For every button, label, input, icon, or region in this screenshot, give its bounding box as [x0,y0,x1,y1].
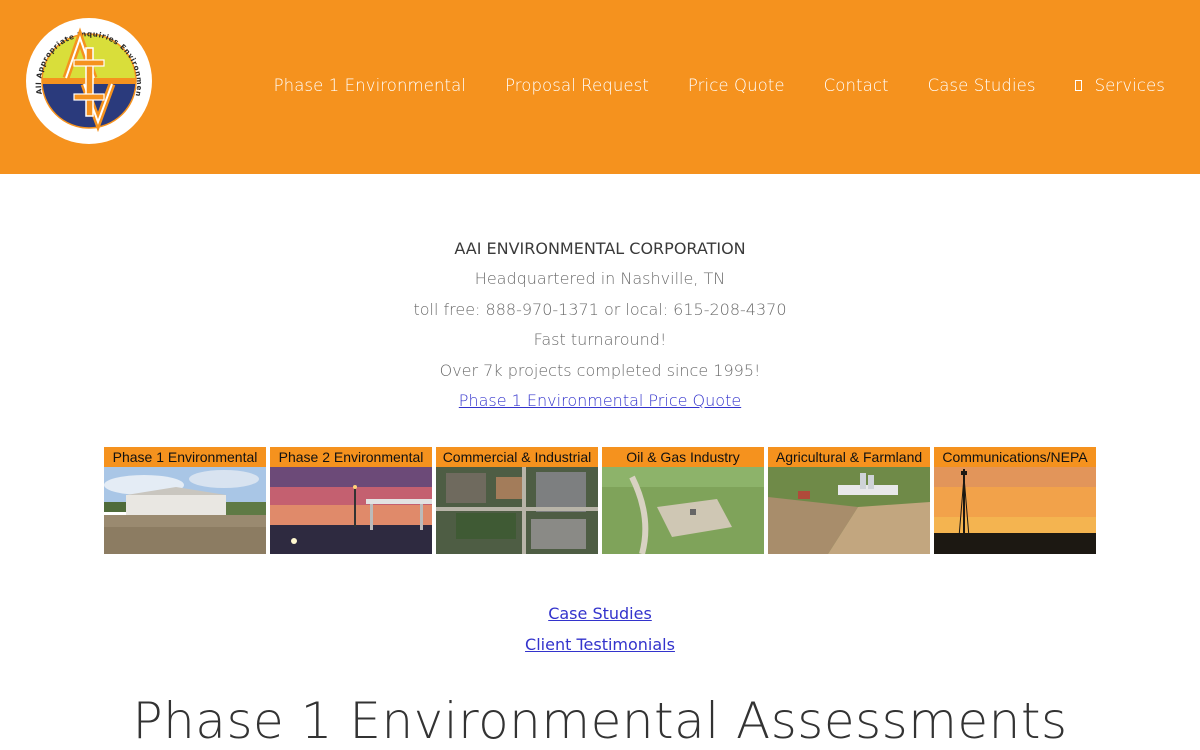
tile-oil-gas-industry[interactable]: Oil & Gas Industry [602,447,764,555]
tile-label: Commercial & Industrial [436,447,598,468]
tile-label: Communications/NEPA [934,447,1096,468]
secondary-links: Case Studies Client Testimonials [0,598,1200,660]
nav-label: Price Quote [687,76,785,95]
projects-text: Over 7k projects completed since 1995! [439,360,761,380]
tile-phase-2-environmental[interactable]: Phase 2 Environmental [270,447,432,555]
nav-label: Case Studies [927,76,1036,95]
price-quote-link[interactable]: Phase 1 Environmental Price Quote [459,391,741,410]
tile-label: Phase 2 Environmental [270,447,432,468]
tile-agricultural-farmland[interactable]: Agricultural & Farmland [768,447,930,555]
page-title: Phase 1 Environmental Assessments [132,692,1068,750]
tile-label: Agricultural & Farmland [768,447,930,468]
nav-label: Phase 1 Environmental [273,76,466,95]
intro-section: AAI ENVIRONMENTAL CORPORATION Headquarte… [0,234,1200,416]
nav-label: Contact [823,76,889,95]
tile-label: Oil & Gas Industry [602,447,764,468]
company-name: AAI ENVIRONMENTAL CORPORATION [454,239,746,258]
case-studies-link[interactable]: Case Studies [548,604,652,623]
aai-logo[interactable]: All Appropriate Inquiries Environmental … [24,16,154,146]
headquarters-text: Headquartered in Nashville, TN [474,269,726,289]
nav-proposal-request[interactable]: Proposal Request [505,76,649,95]
tile-commercial-industrial[interactable]: Commercial & Industrial [436,447,598,555]
mobile-icon [1074,80,1082,91]
service-tiles: Phase 1 Environmental Phase 2 Environmen… [0,447,1200,555]
main-nav: Phase 1 Environmental Proposal Request P… [274,76,1165,95]
tile-communications-nepa[interactable]: Communications/NEPA [934,447,1096,555]
nav-case-studies[interactable]: Case Studies [928,76,1036,95]
nav-contact[interactable]: Contact [824,76,889,95]
tile-label: Phase 1 Environmental [104,447,266,468]
nav-services[interactable]: Services [1074,76,1165,95]
client-testimonials-link[interactable]: Client Testimonials [525,635,675,654]
nav-label: Proposal Request [505,76,649,95]
site-header: All Appropriate Inquiries Environmental … [0,0,1200,174]
tile-phase-1-environmental[interactable]: Phase 1 Environmental [104,447,266,555]
nav-price-quote[interactable]: Price Quote [688,76,785,95]
turnaround-text: Fast turnaround! [533,330,667,350]
phone-text: toll free: 888-970-1371 or local: 615-20… [413,299,787,319]
nav-label: Services [1094,76,1165,95]
nav-phase-1-environmental[interactable]: Phase 1 Environmental [274,76,466,95]
